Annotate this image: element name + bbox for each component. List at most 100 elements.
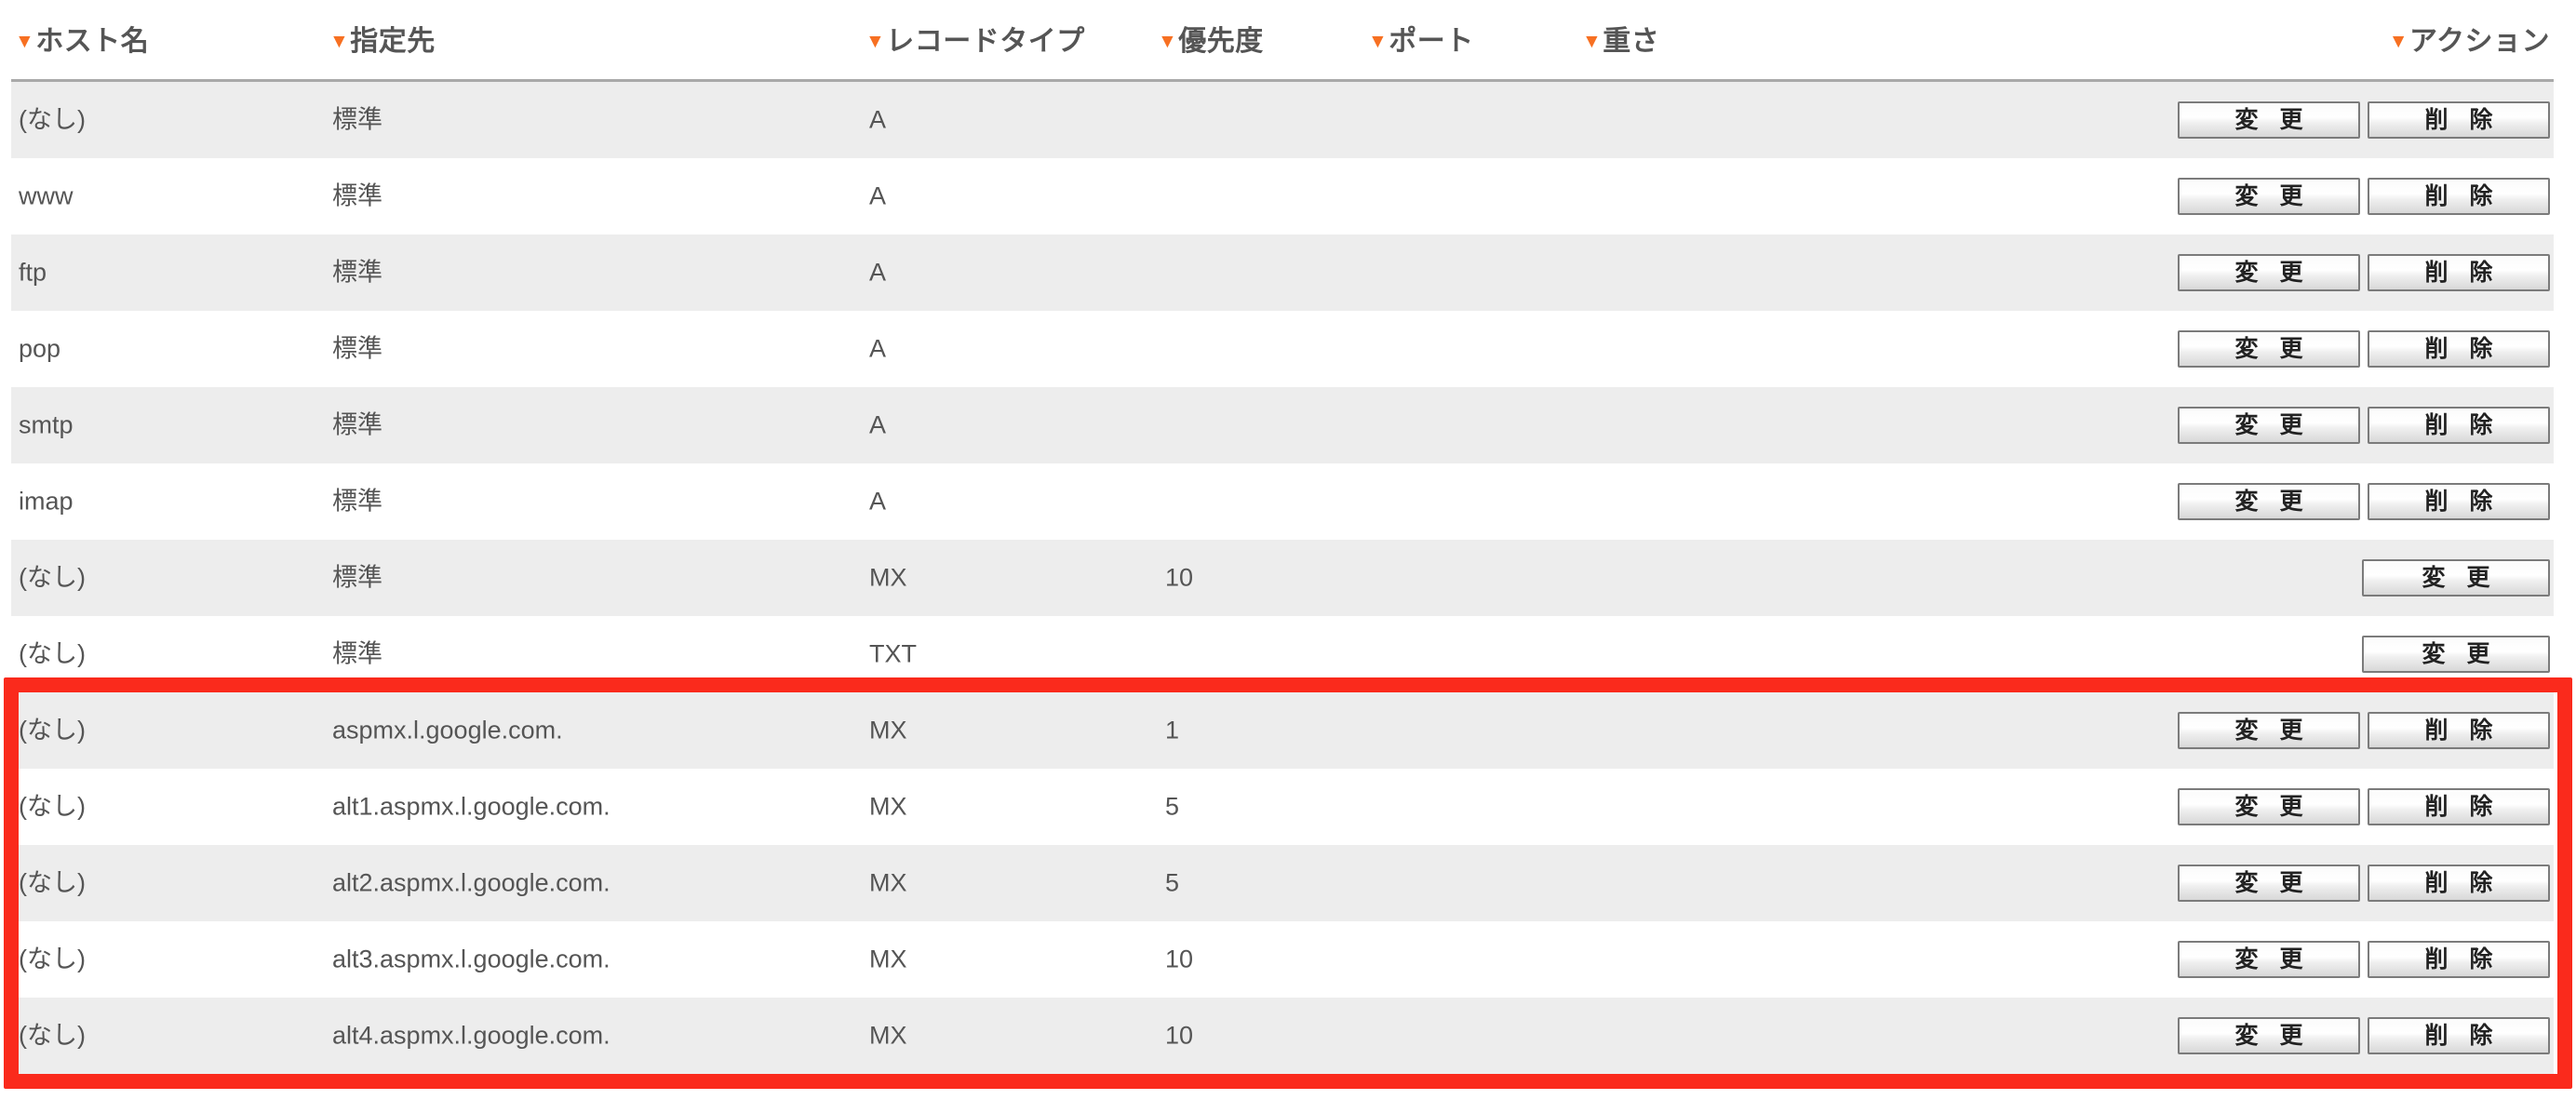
- cell-host: pop: [19, 334, 61, 363]
- edit-record-button[interactable]: 変 更: [2178, 1017, 2360, 1054]
- column-header-action[interactable]: ▼アクション: [2389, 28, 2550, 56]
- cell-record-type: A: [869, 105, 887, 134]
- cell-record-type: A: [869, 181, 887, 210]
- cell-record-type: A: [869, 334, 887, 363]
- cell-record-type: MX: [869, 563, 907, 592]
- table-row: ftp 標準 A 変 更削 除: [11, 235, 2554, 311]
- edit-record-button[interactable]: 変 更: [2178, 101, 2360, 139]
- cell-record-type: MX: [869, 716, 907, 744]
- column-header-target[interactable]: ▼指定先: [329, 28, 436, 56]
- dns-record-table: ▼ホスト名 ▼指定先 ▼レコードタイプ ▼優先度 ▼ポート ▼重さ ▼アクション…: [11, 0, 2554, 1074]
- cell-record-type: A: [869, 487, 887, 516]
- cell-target: aspmx.l.google.com.: [332, 716, 563, 744]
- column-header-host[interactable]: ▼ホスト名: [15, 28, 149, 56]
- edit-record-button[interactable]: 変 更: [2178, 788, 2360, 825]
- cell-target: alt2.aspmx.l.google.com.: [332, 868, 610, 897]
- delete-record-button[interactable]: 削 除: [2368, 865, 2550, 902]
- cell-target: 標準: [332, 410, 382, 439]
- cell-record-type: A: [869, 410, 887, 439]
- delete-record-button[interactable]: 削 除: [2368, 1017, 2550, 1054]
- table-row: imap 標準 A 変 更削 除: [11, 463, 2554, 540]
- table-row: pop 標準 A 変 更削 除: [11, 311, 2554, 387]
- column-header-port-label: ポート: [1389, 26, 1474, 57]
- sort-triangle-icon: ▼: [329, 31, 350, 52]
- cell-priority: 10: [1165, 945, 1194, 973]
- table-row: (なし) alt3.aspmx.l.google.com. MX 10 変 更削 除: [11, 921, 2554, 998]
- edit-record-button[interactable]: 変 更: [2178, 865, 2360, 902]
- table-header-row: ▼ホスト名 ▼指定先 ▼レコードタイプ ▼優先度 ▼ポート ▼重さ ▼アクション: [11, 0, 2554, 82]
- delete-record-button[interactable]: 削 除: [2368, 254, 2550, 291]
- column-header-priority-label: 優先度: [1178, 26, 1264, 57]
- table-row: (なし) alt1.aspmx.l.google.com. MX 5 変 更削 除: [11, 769, 2554, 845]
- cell-host: www: [19, 181, 74, 210]
- row-actions: 変 更削 除: [2178, 941, 2550, 978]
- row-actions: 変 更削 除: [2178, 101, 2550, 139]
- cell-host: smtp: [19, 410, 74, 439]
- cell-priority: 10: [1165, 1021, 1194, 1050]
- edit-record-button[interactable]: 変 更: [2178, 483, 2360, 520]
- column-header-port[interactable]: ▼ポート: [1368, 28, 1474, 56]
- edit-record-button[interactable]: 変 更: [2178, 407, 2360, 444]
- cell-target: 標準: [332, 258, 382, 287]
- row-actions: 変 更削 除: [2178, 1017, 2550, 1054]
- sort-triangle-icon: ▼: [1368, 31, 1389, 52]
- cell-record-type: MX: [869, 945, 907, 973]
- row-actions: 変 更削 除: [2178, 712, 2550, 749]
- table-row: smtp 標準 A 変 更削 除: [11, 387, 2554, 463]
- cell-target: 標準: [332, 105, 382, 134]
- cell-target: 標準: [332, 563, 382, 592]
- cell-host: (なし): [19, 639, 86, 668]
- delete-record-button[interactable]: 削 除: [2368, 712, 2550, 749]
- row-actions: 変 更削 除: [2178, 254, 2550, 291]
- row-actions: 変 更: [2362, 559, 2550, 597]
- cell-priority: 5: [1165, 792, 1180, 821]
- table-body: (なし) 標準 A 変 更削 除 www 標準 A 変 更削 除 ftp 標準 A 変 更削 除 pop…: [11, 82, 2554, 1074]
- edit-record-button[interactable]: 変 更: [2362, 636, 2550, 673]
- edit-record-button[interactable]: 変 更: [2178, 178, 2360, 215]
- delete-record-button[interactable]: 削 除: [2368, 788, 2550, 825]
- cell-target: 標準: [332, 334, 382, 363]
- cell-host: (なし): [19, 105, 86, 134]
- table-row: (なし) aspmx.l.google.com. MX 1 変 更削 除: [11, 692, 2554, 769]
- cell-host: (なし): [19, 792, 86, 821]
- edit-record-button[interactable]: 変 更: [2362, 559, 2550, 597]
- cell-record-type: A: [869, 258, 887, 287]
- delete-record-button[interactable]: 削 除: [2368, 178, 2550, 215]
- cell-host: (なし): [19, 868, 86, 897]
- cell-target: alt1.aspmx.l.google.com.: [332, 792, 610, 821]
- cell-priority: 5: [1165, 868, 1180, 897]
- cell-record-type: TXT: [869, 639, 917, 668]
- delete-record-button[interactable]: 削 除: [2368, 330, 2550, 368]
- row-actions: 変 更: [2362, 636, 2550, 673]
- delete-record-button[interactable]: 削 除: [2368, 101, 2550, 139]
- column-header-record-type[interactable]: ▼レコードタイプ: [865, 28, 1085, 56]
- sort-triangle-icon: ▼: [865, 31, 886, 52]
- table-row: (なし) 標準 TXT 変 更: [11, 616, 2554, 692]
- table-row: (なし) 標準 A 変 更削 除: [11, 82, 2554, 158]
- edit-record-button[interactable]: 変 更: [2178, 941, 2360, 978]
- delete-record-button[interactable]: 削 除: [2368, 941, 2550, 978]
- delete-record-button[interactable]: 削 除: [2368, 483, 2550, 520]
- column-header-priority[interactable]: ▼優先度: [1158, 28, 1264, 56]
- cell-host: ftp: [19, 258, 47, 287]
- column-header-host-label: ホスト名: [35, 26, 150, 57]
- column-header-weight[interactable]: ▼重さ: [1582, 28, 1659, 56]
- cell-record-type: MX: [869, 792, 907, 821]
- edit-record-button[interactable]: 変 更: [2178, 254, 2360, 291]
- row-actions: 変 更削 除: [2178, 788, 2550, 825]
- table-row: (なし) alt4.aspmx.l.google.com. MX 10 変 更削 除: [11, 998, 2554, 1074]
- edit-record-button[interactable]: 変 更: [2178, 330, 2360, 368]
- column-header-weight-label: 重さ: [1603, 26, 1660, 57]
- cell-target: alt4.aspmx.l.google.com.: [332, 1021, 610, 1050]
- sort-triangle-icon: ▼: [2388, 31, 2408, 52]
- delete-record-button[interactable]: 削 除: [2368, 407, 2550, 444]
- column-header-record-type-label: レコードタイプ: [886, 26, 1085, 57]
- row-actions: 変 更削 除: [2178, 330, 2550, 368]
- sort-triangle-icon: ▼: [1582, 31, 1603, 52]
- cell-host: (なし): [19, 563, 86, 592]
- cell-host: imap: [19, 487, 74, 516]
- cell-target: 標準: [332, 181, 382, 210]
- column-header-target-label: 指定先: [350, 26, 436, 57]
- cell-priority: 1: [1165, 716, 1180, 744]
- edit-record-button[interactable]: 変 更: [2178, 712, 2360, 749]
